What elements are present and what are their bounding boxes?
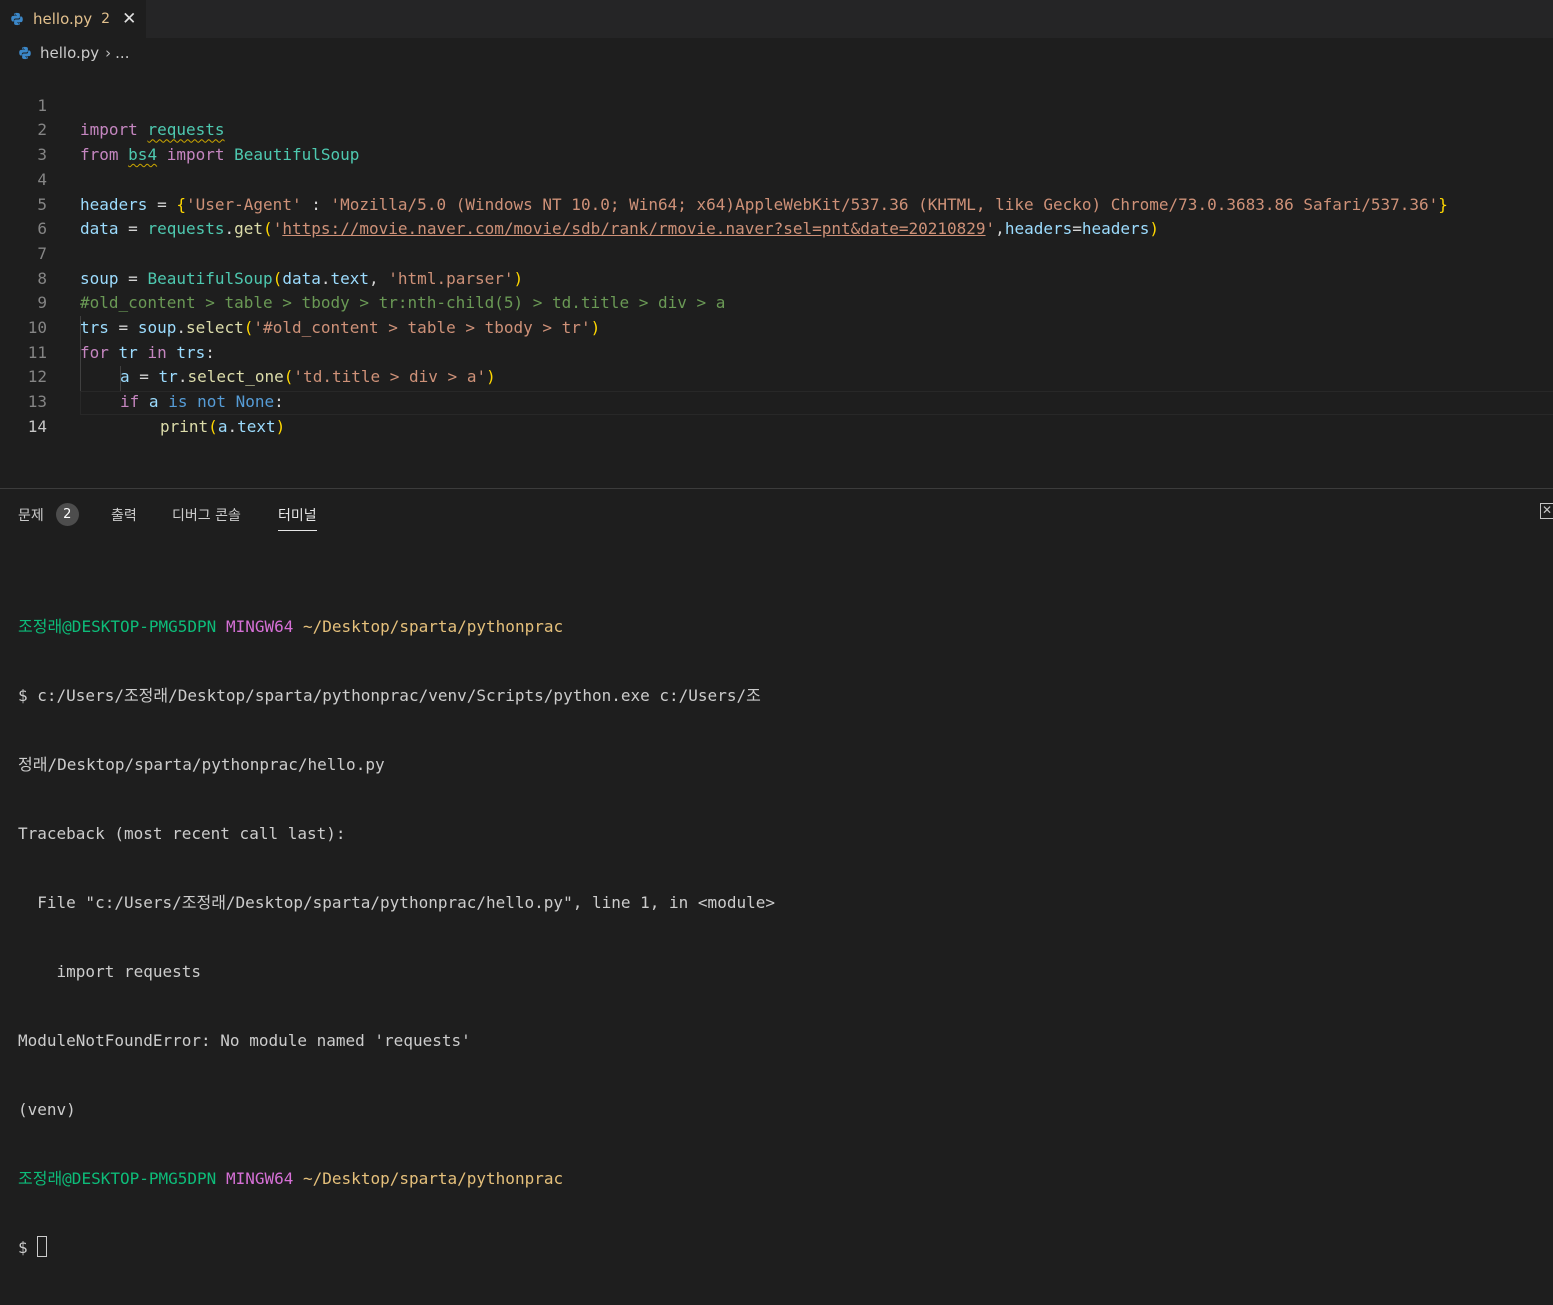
problems-badge: 2 (55, 503, 79, 526)
breadcrumb-more[interactable]: ... (115, 44, 129, 62)
code-line: 4 headers = {'User-Agent' : 'Mozilla/5.0… (0, 143, 1553, 214)
tab-output[interactable]: 출력 (111, 505, 137, 525)
terminal-cursor (37, 1236, 48, 1257)
terminal-line: (venv) (18, 1100, 76, 1119)
tab-problem-count: 2 (101, 11, 111, 27)
panel-tabs: 문제 2 출력 디버그 콘솔 터미널 ✕ (0, 489, 1553, 537)
editor-tab-bar: hello.py 2 ✕ (0, 0, 1553, 38)
code-line: 13 print(a.text) (0, 365, 1553, 436)
tab-terminal[interactable]: 터미널 (278, 505, 317, 531)
panel-close-icon[interactable]: ✕ (1540, 503, 1553, 519)
terminal-line: $ c:/Users/조정래/Desktop/sparta/pythonprac… (18, 686, 761, 705)
python-icon (11, 12, 23, 26)
terminal-line: 조정래@DESKTOP-PMG5DPN MINGW64 ~/Desktop/sp… (18, 617, 564, 636)
python-icon (19, 46, 31, 60)
code-line: 11 a = tr.select_one('td.title > div > a… (0, 316, 1553, 387)
code-editor[interactable]: 1 import requests 2 from bs4 import Beau… (0, 69, 1553, 489)
code-line: 2 from bs4 import BeautifulSoup (0, 94, 1553, 164)
tab-problems[interactable]: 문제 2 (18, 503, 79, 526)
code-line: 14 (0, 390, 1553, 436)
terminal-line: 조정래@DESKTOP-PMG5DPN MINGW64 ~/Desktop/sp… (18, 1169, 564, 1188)
code-line: 9 trs = soup.select('#old_content > tabl… (0, 267, 1553, 337)
breadcrumb: hello.py › ... (0, 38, 1553, 68)
tab-filename: hello.py (33, 10, 93, 28)
terminal-output[interactable]: 조정래@DESKTOP-PMG5DPN MINGW64 ~/Desktop/sp… (18, 569, 775, 1305)
tab-hello-py[interactable]: hello.py 2 ✕ (0, 0, 146, 38)
code-line: 10 for tr in trs: (0, 291, 1553, 362)
code-line: 8 #old_content > table > tbody > tr:nth-… (0, 242, 1553, 313)
code-line: 5 data = requests.get('https://movie.nav… (0, 168, 1553, 239)
terminal-line: Traceback (most recent call last): (18, 824, 346, 843)
code-line: 7 soup = BeautifulSoup(data.text, 'html.… (0, 217, 1553, 288)
terminal-prompt[interactable]: $ (18, 1236, 775, 1259)
code-line: 1 import requests (0, 69, 1553, 140)
close-icon[interactable]: ✕ (122, 9, 136, 29)
line-number: 14 (27, 416, 47, 436)
chevron-right-icon: › (105, 44, 112, 62)
breadcrumb-file[interactable]: hello.py (40, 44, 99, 62)
code-line: 3 (0, 118, 1553, 164)
code-line: 6 (0, 193, 1553, 238)
terminal-line: import requests (18, 962, 202, 981)
bottom-panel: 문제 2 출력 디버그 콘솔 터미널 ✕ 조정래@DESKTOP-PMG5DPN… (0, 488, 1553, 1257)
tab-debug-console[interactable]: 디버그 콘솔 (172, 505, 241, 525)
terminal-line: ModuleNotFoundError: No module named 're… (18, 1031, 471, 1050)
terminal-line: File "c:/Users/조정래/Desktop/sparta/python… (18, 893, 775, 912)
code-line: 12 if a is not None: (0, 341, 1553, 411)
terminal-line: 정래/Desktop/sparta/pythonprac/hello.py (18, 755, 385, 774)
